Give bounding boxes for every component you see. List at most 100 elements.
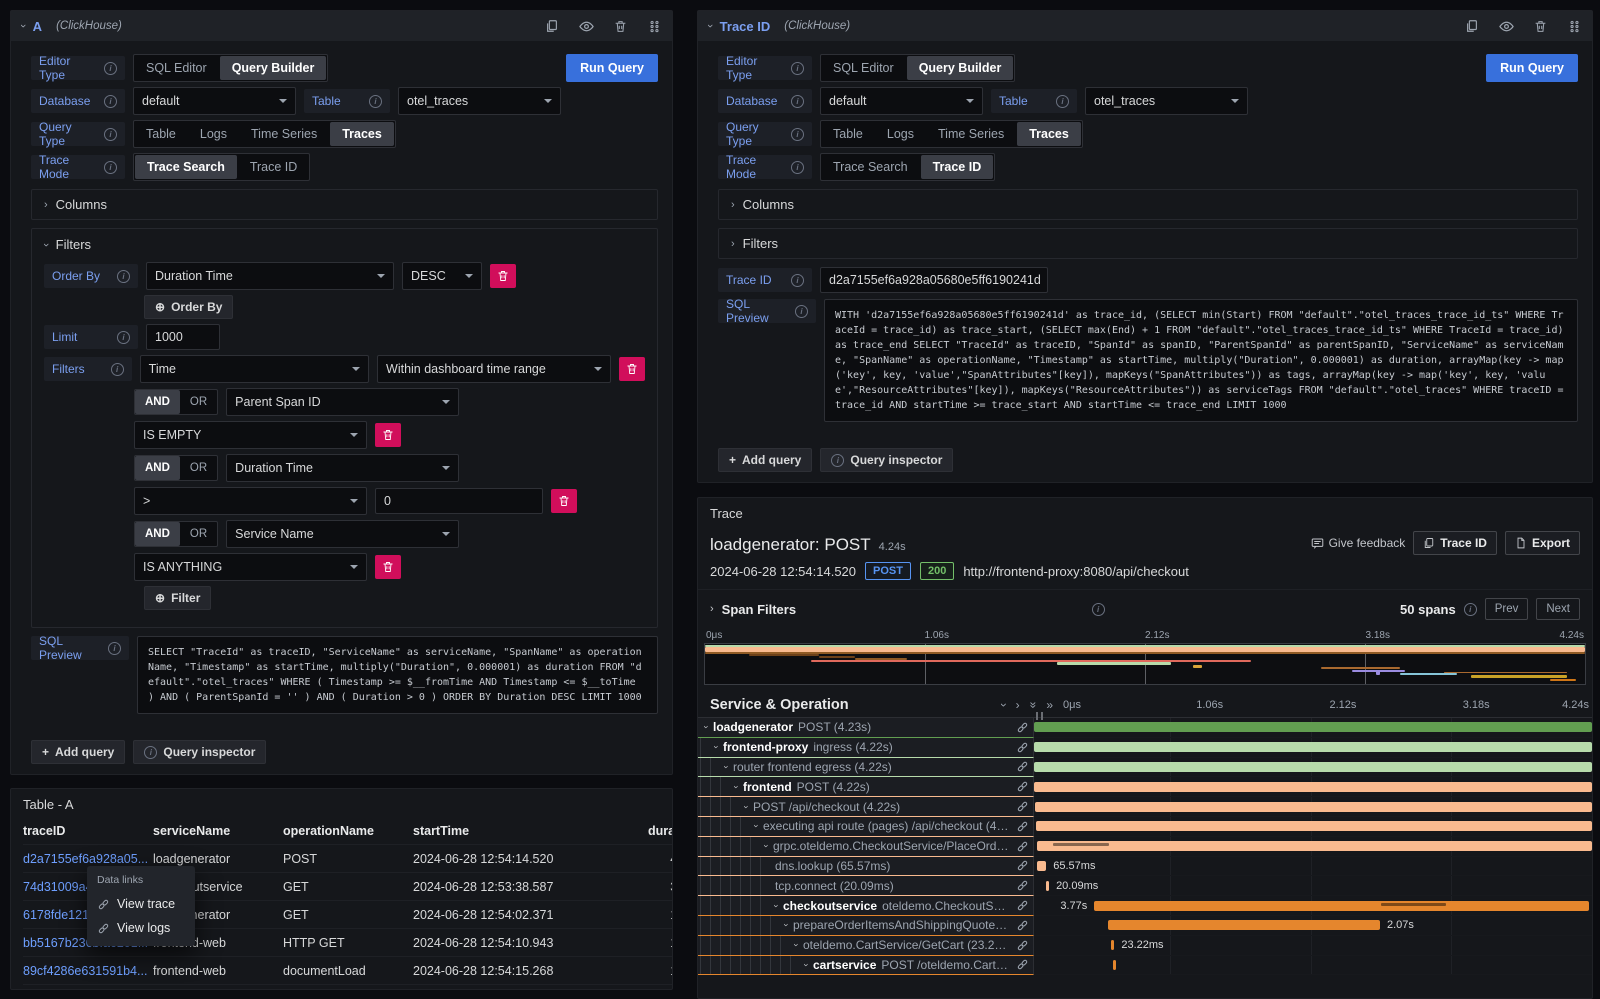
span-bar[interactable] xyxy=(1036,821,1592,831)
or-option[interactable]: OR xyxy=(180,390,217,414)
trace-id-link[interactable]: 2ac7ccfc01941996c... xyxy=(23,984,153,990)
info-icon[interactable]: i xyxy=(108,642,121,655)
prev-button[interactable]: Prev xyxy=(1485,598,1529,620)
expand-one-icon[interactable]: › xyxy=(1016,698,1020,712)
info-icon[interactable]: i xyxy=(1092,603,1105,616)
span-bar[interactable] xyxy=(1108,920,1380,930)
chevron-down-icon[interactable]: › xyxy=(732,785,742,788)
remove-order-by-button[interactable] xyxy=(490,264,516,288)
info-icon[interactable]: i xyxy=(104,161,117,174)
span-row[interactable]: ›frontendPOST (4.22s) xyxy=(698,777,1592,797)
col-header-starttime[interactable]: startTime xyxy=(413,818,648,844)
span-bar[interactable] xyxy=(1035,802,1592,812)
and-option[interactable]: AND xyxy=(135,456,180,480)
span-row[interactable]: ›cartservicePOST /oteldemo.CartService/G… xyxy=(698,956,1592,976)
span-link-icon[interactable] xyxy=(1016,879,1029,892)
span-link-icon[interactable] xyxy=(1016,840,1029,853)
remove-filter-button[interactable] xyxy=(619,357,645,381)
next-button[interactable]: Next xyxy=(1536,598,1580,620)
trace-id-input[interactable]: d2a7155ef6a928a05680e5ff6190241d xyxy=(820,267,1048,293)
col-header-duration[interactable]: duration xyxy=(648,818,673,844)
hide-response-eye-icon[interactable] xyxy=(1498,18,1514,34)
span-link-icon[interactable] xyxy=(1016,939,1029,952)
info-icon[interactable]: i xyxy=(111,363,124,376)
column-resizer-handle[interactable] xyxy=(1036,712,1043,720)
info-icon[interactable]: i xyxy=(791,62,804,75)
span-row[interactable]: ›POST /api/checkout (4.22s) xyxy=(698,797,1592,817)
span-row[interactable]: ›oteldemo.CartService/GetCart (23.22ms)2… xyxy=(698,936,1592,956)
chevron-down-icon[interactable]: › xyxy=(792,944,802,947)
span-link-icon[interactable] xyxy=(1016,800,1029,813)
query-type-timeseries[interactable]: Time Series xyxy=(239,121,329,147)
span-link-icon[interactable] xyxy=(1016,780,1029,793)
order-by-direction-select[interactable]: DESC xyxy=(402,262,482,290)
filter-parent-span-field-select[interactable]: Parent Span ID xyxy=(226,388,459,416)
span-bar[interactable] xyxy=(1034,742,1592,752)
chevron-down-icon[interactable]: › xyxy=(802,963,812,966)
drag-handle-icon[interactable] xyxy=(646,18,662,34)
and-option[interactable]: AND xyxy=(135,522,180,546)
trace-mode-id[interactable]: Trace ID xyxy=(921,155,994,179)
span-link-icon[interactable] xyxy=(1016,919,1029,932)
query-type-table[interactable]: Table xyxy=(134,121,188,147)
filter-duration-value-input[interactable]: 0 xyxy=(375,488,543,514)
info-icon[interactable]: i xyxy=(369,95,382,108)
query-header-a[interactable]: › A (ClickHouse) xyxy=(11,11,672,41)
info-icon[interactable]: i xyxy=(791,128,804,141)
delete-query-trash-icon[interactable] xyxy=(612,18,628,34)
trace-mode-id[interactable]: Trace ID xyxy=(238,154,309,180)
span-bar[interactable] xyxy=(1113,960,1116,970)
duplicate-icon[interactable] xyxy=(1464,18,1480,34)
query-type-timeseries[interactable]: Time Series xyxy=(926,121,1016,147)
span-link-icon[interactable] xyxy=(1016,859,1029,872)
span-row[interactable]: ›frontend-proxyingress (4.22s) xyxy=(698,738,1592,758)
table-select[interactable]: otel_traces xyxy=(398,87,561,115)
duplicate-icon[interactable] xyxy=(544,18,560,34)
span-bar[interactable] xyxy=(1037,861,1046,871)
span-row[interactable]: ›router frontend egress (4.22s) xyxy=(698,758,1592,778)
run-query-button[interactable]: Run Query xyxy=(566,54,658,82)
span-row[interactable]: ›prepareOrderItemsAndShippingQuoteFromCa… xyxy=(698,916,1592,936)
chevron-down-icon[interactable]: › xyxy=(712,746,722,749)
order-by-field-select[interactable]: Duration Time xyxy=(146,262,394,290)
filters-section-header[interactable]: › Filters xyxy=(718,228,1578,259)
filter-duration-field-select[interactable]: Duration Time xyxy=(226,454,459,482)
filters-section-header[interactable]: › Filters xyxy=(44,237,645,252)
span-row[interactable]: dns.lookup (65.57ms)65.57ms xyxy=(698,857,1592,877)
query-inspector-button[interactable]: iQuery inspector xyxy=(820,448,953,472)
info-icon[interactable]: i xyxy=(1464,603,1477,616)
span-link-icon[interactable] xyxy=(1016,721,1029,734)
columns-section-header[interactable]: › Columns xyxy=(718,189,1578,220)
span-bar[interactable] xyxy=(1034,782,1592,792)
col-header-operationname[interactable]: operationName xyxy=(283,818,413,844)
chevron-down-icon[interactable]: › xyxy=(722,765,732,768)
info-icon[interactable]: i xyxy=(791,161,804,174)
info-icon[interactable]: i xyxy=(791,95,804,108)
query-inspector-button[interactable]: iQuery inspector xyxy=(133,740,266,764)
or-option[interactable]: OR xyxy=(180,522,217,546)
span-link-icon[interactable] xyxy=(1016,820,1029,833)
filter-duration-op-select[interactable]: > xyxy=(134,487,367,515)
filter-time-value-select[interactable]: Within dashboard time range xyxy=(377,355,611,383)
span-link-icon[interactable] xyxy=(1016,958,1029,971)
trace-minimap[interactable] xyxy=(704,643,1586,685)
info-icon[interactable]: i xyxy=(795,305,808,318)
col-header-traceid[interactable]: traceID xyxy=(23,818,153,844)
filter-service-field-select[interactable]: Service Name xyxy=(226,520,459,548)
span-link-icon[interactable] xyxy=(1016,899,1029,912)
chevron-down-icon[interactable]: › xyxy=(782,924,792,927)
info-icon[interactable]: i xyxy=(104,62,117,75)
span-bar[interactable] xyxy=(1037,841,1592,851)
info-icon[interactable]: i xyxy=(117,270,130,283)
add-query-button[interactable]: +Add query xyxy=(31,740,125,764)
chevron-down-icon[interactable]: › xyxy=(704,24,716,28)
view-trace-link[interactable]: View trace xyxy=(87,892,195,916)
span-row[interactable]: ›executing api route (pages) /api/checko… xyxy=(698,817,1592,837)
span-row[interactable]: ›checkoutserviceoteldemo.CheckoutService… xyxy=(698,896,1592,916)
query-type-traces[interactable]: Traces xyxy=(330,122,394,146)
trace-mode-search[interactable]: Trace Search xyxy=(135,155,237,179)
query-type-logs[interactable]: Logs xyxy=(188,121,239,147)
remove-filter-button[interactable] xyxy=(375,555,401,579)
trace-id-link[interactable]: 89cf4286e631591b4... xyxy=(23,956,153,984)
query-type-traces[interactable]: Traces xyxy=(1017,122,1081,146)
